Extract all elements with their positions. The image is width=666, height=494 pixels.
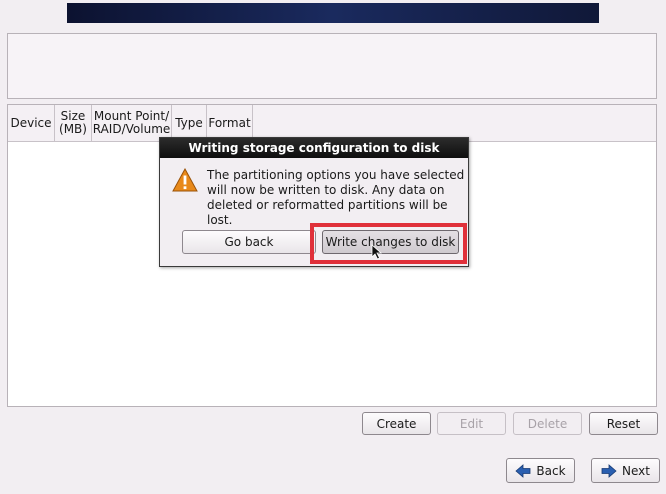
write-confirmation-dialog: Writing storage configuration to disk Th…	[159, 137, 469, 267]
header-banner	[67, 3, 599, 23]
go-back-button[interactable]: Go back	[182, 230, 316, 254]
column-filler	[253, 105, 656, 141]
create-button[interactable]: Create	[362, 412, 431, 435]
back-arrow-icon	[515, 463, 531, 478]
storage-device-panel	[7, 33, 657, 99]
mouse-pointer-icon	[371, 244, 383, 260]
column-mount-point[interactable]: Mount Point/ RAID/Volume	[92, 105, 172, 141]
dialog-title: Writing storage configuration to disk	[160, 138, 468, 158]
edit-button[interactable]: Edit	[437, 412, 506, 435]
write-changes-button[interactable]: Write changes to disk	[322, 230, 459, 254]
reset-button[interactable]: Reset	[589, 412, 658, 435]
next-button[interactable]: Next	[591, 458, 660, 483]
column-type[interactable]: Type	[172, 105, 207, 141]
warning-icon	[172, 168, 198, 192]
column-size[interactable]: Size (MB)	[55, 105, 92, 141]
back-button[interactable]: Back	[506, 458, 575, 483]
dialog-message: The partitioning options you have select…	[207, 168, 465, 227]
delete-button[interactable]: Delete	[513, 412, 582, 435]
column-format[interactable]: Format	[207, 105, 253, 141]
column-device[interactable]: Device	[8, 105, 55, 141]
next-arrow-icon	[601, 463, 617, 478]
